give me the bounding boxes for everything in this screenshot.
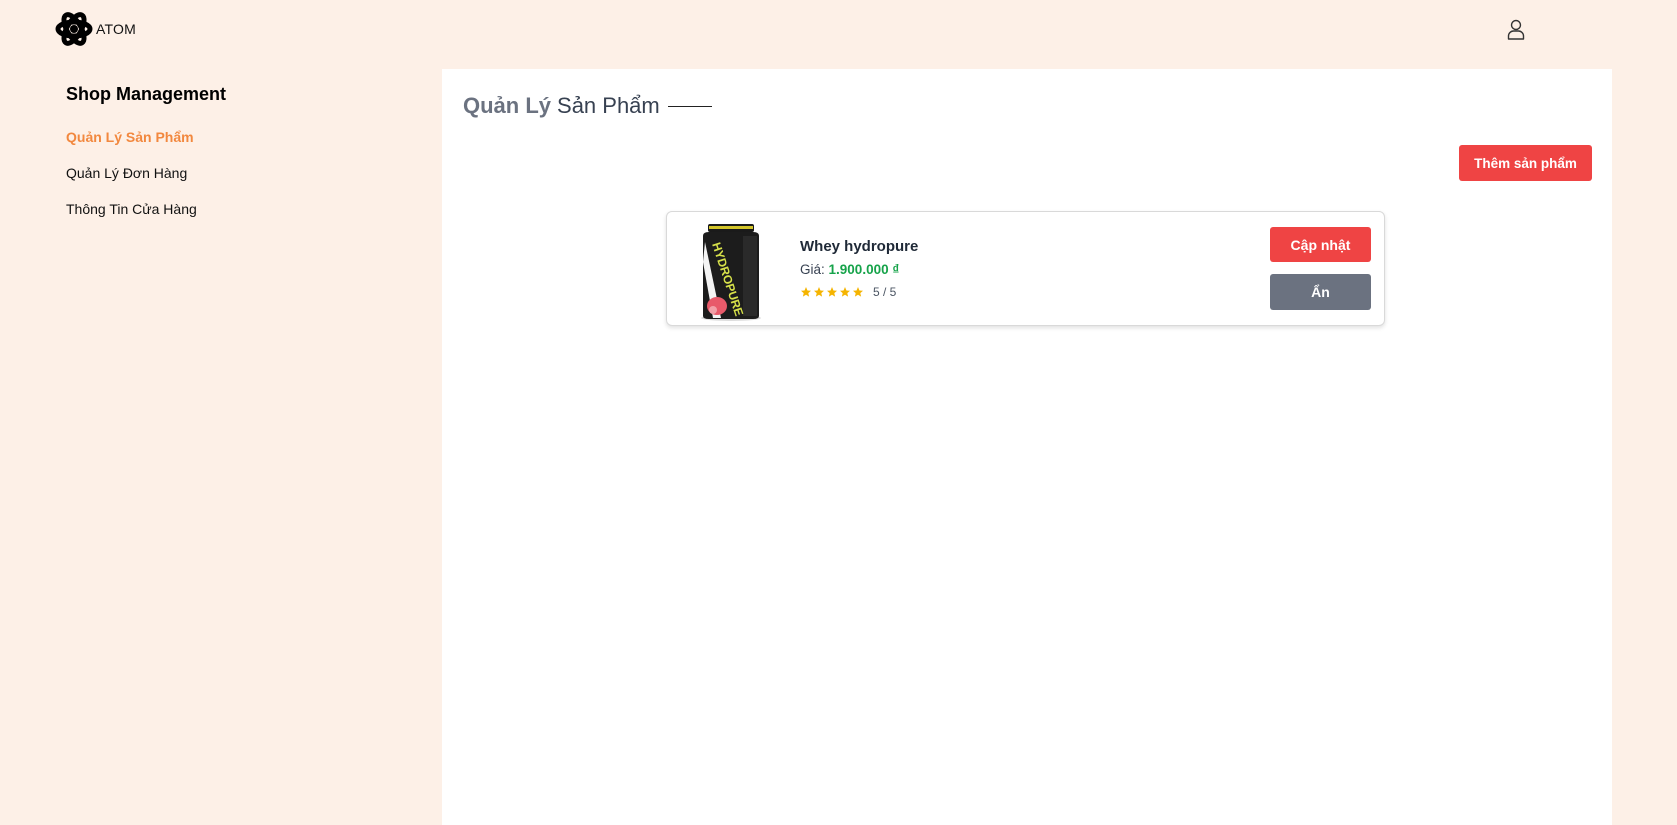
rating-stars — [800, 286, 865, 298]
star-icon — [801, 287, 811, 297]
add-product-button[interactable]: Thêm sản phẩm — [1459, 145, 1592, 181]
atom-icon — [55, 12, 93, 46]
sidebar-title: Shop Management — [66, 84, 227, 104]
sidebar-item-orders[interactable]: Quản Lý Đơn Hàng — [66, 163, 396, 199]
sidebar-item-products[interactable]: Quản Lý Sản Phẩm — [66, 127, 396, 163]
price-label: Giá: — [800, 262, 825, 277]
top-bar: ATOM — [0, 0, 1677, 60]
price-amount: 1.900.000 ₫ — [828, 262, 900, 277]
product-image: HYDROPURE — [701, 224, 761, 321]
page-title-part1: Quản Lý — [463, 93, 552, 118]
title-divider — [667, 105, 712, 107]
product-price: Giá: 1.900.000 ₫ — [800, 262, 899, 277]
star-icon — [840, 287, 850, 297]
product-rating: 5 / 5 — [800, 285, 896, 299]
user-icon[interactable] — [1507, 19, 1525, 40]
star-icon — [814, 287, 824, 297]
star-icon — [827, 287, 837, 297]
update-button[interactable]: Cập nhật — [1270, 227, 1371, 262]
star-icon — [853, 287, 863, 297]
logo-text: ATOM — [96, 21, 136, 37]
product-name: Whey hydropure — [800, 238, 919, 255]
main-panel: Quản Lý Sản Phẩm Thêm sản phẩm HYDROPURE… — [442, 69, 1612, 825]
page-title-part2: Sản Phẩm — [557, 93, 660, 118]
sidebar: Shop Management Quản Lý Sản Phẩm Quản Lý… — [66, 84, 396, 235]
logo[interactable]: ATOM — [54, 8, 136, 50]
sidebar-item-store-info[interactable]: Thông Tin Cửa Hàng — [66, 199, 396, 235]
rating-text: 5 / 5 — [873, 285, 897, 299]
hide-button[interactable]: Ẩn — [1270, 274, 1371, 310]
product-card: HYDROPURE Whey hydropure Giá: 1.900.000 … — [666, 211, 1385, 326]
page-title: Quản Lý Sản Phẩm — [463, 93, 712, 119]
